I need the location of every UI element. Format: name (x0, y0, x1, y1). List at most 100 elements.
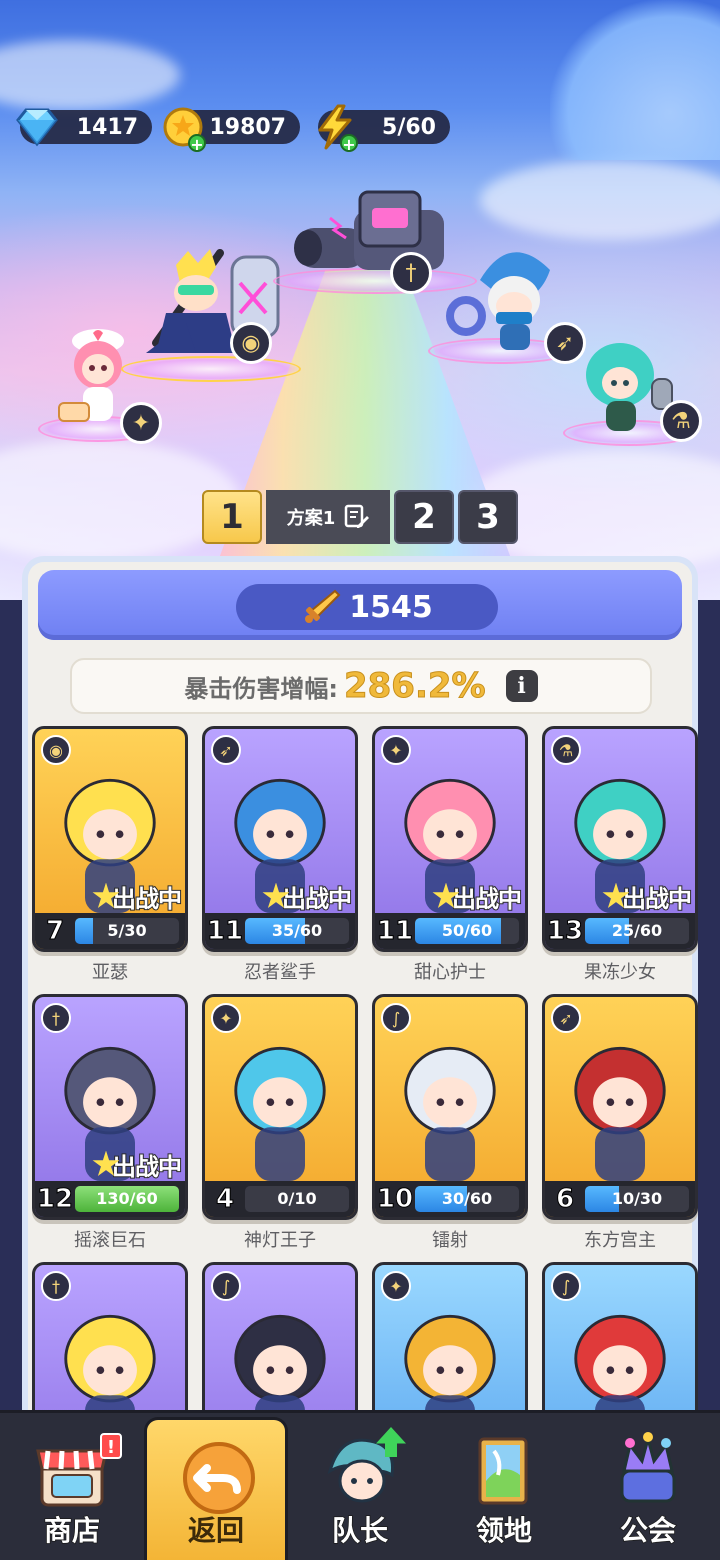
bottom-navigation: ! 商店 返回 队长 领地 公会 (0, 1410, 720, 1560)
gem-amount: 1417 (76, 114, 138, 140)
hero-level: 6 (555, 1184, 575, 1215)
hero-level: 13 (546, 916, 584, 947)
hero-level: 11 (206, 916, 244, 947)
wizard-hat-decoration (550, 0, 720, 160)
hero-card-frame[interactable]: ⚗ 出战中 13 25/60 (542, 726, 698, 952)
hero-xp-text: 30/60 (441, 1189, 493, 1208)
in-battle-badge: 出战中 (602, 879, 693, 914)
battle-formation-scene: 1417 + 19807 + 5/60 ✦ ◉ † ➶ ⚗ 1 方案1 2 3 (0, 0, 720, 600)
hero-name: 神灯王子 (244, 1230, 316, 1251)
potion-icon: ⚗ (551, 735, 581, 765)
hero-name: 甜心护士 (414, 962, 486, 983)
add-coins-icon[interactable]: + (188, 134, 206, 153)
hero-card[interactable]: ∫ 10 30/60 镭射 (372, 994, 528, 1252)
hero-card-frame[interactable]: ✦ 4 0/10 (202, 994, 358, 1220)
hero-xp-bar: 35/60 (245, 918, 349, 944)
hero-xp-bar: 130/60 (75, 1186, 179, 1212)
formation-plan-selector: 1 方案1 2 3 (202, 490, 518, 544)
hero-level-bar: 12 130/60 (35, 1181, 185, 1217)
in-battle-badge: 出战中 (92, 1147, 183, 1182)
hero-level-bar: 11 50/60 (375, 913, 525, 949)
plan-name-edit[interactable]: 方案1 (266, 490, 390, 544)
in-battle-label: 出战中 (281, 884, 353, 914)
hero-card-frame[interactable]: † 出战中 12 130/60 (32, 994, 188, 1220)
hero-card[interactable]: ⚗ 出战中 13 25/60 果冻少女 (542, 726, 698, 984)
hero-card-frame[interactable]: ➶ 出战中 11 35/60 (202, 726, 358, 952)
tank-icon: ◉ (230, 322, 272, 364)
nav-captain[interactable]: 队长 (288, 1413, 432, 1560)
territory-map-icon (478, 1437, 528, 1505)
hero-card-frame[interactable]: ◉ 出战中 7 5/30 (32, 726, 188, 952)
hero-card[interactable]: † 出战中 12 130/60 摇滚巨石 (32, 994, 188, 1252)
hero-card[interactable]: ✦ 出战中 11 50/60 甜心护士 (372, 726, 528, 984)
wings-icon: ✦ (120, 402, 162, 444)
team-power-value: 1545 (349, 589, 433, 625)
hero-card-frame[interactable]: ✦ 出战中 11 50/60 (372, 726, 528, 952)
staff-icon: ∫ (551, 1271, 581, 1301)
energy-counter[interactable]: + 5/60 (318, 104, 450, 153)
nav-shop[interactable]: ! 商店 (0, 1413, 144, 1560)
info-icon[interactable]: i (505, 670, 538, 702)
cloud (480, 160, 720, 240)
sword-icon: † (41, 1271, 71, 1301)
hero-level: 12 (36, 1184, 74, 1215)
in-battle-label: 出战中 (451, 884, 523, 914)
coin-amount: 19807 (209, 114, 286, 140)
hero-name: 摇滚巨石 (74, 1230, 146, 1251)
wings-icon: ✦ (381, 735, 411, 765)
in-battle-badge: 出战中 (432, 879, 523, 914)
nav-territory-label: 领地 (475, 1513, 533, 1548)
nav-back[interactable]: 返回 (144, 1417, 288, 1560)
hero-card-frame[interactable]: ➶ 6 10/30 (542, 994, 698, 1220)
in-battle-label: 出战中 (621, 884, 693, 914)
hero-xp-bar: 50/60 (415, 918, 519, 944)
hero-level: 4 (215, 1184, 235, 1215)
crit-damage-value: 286.2% (343, 666, 486, 707)
hero-level-bar: 6 10/30 (545, 1181, 695, 1217)
plan-tab-1[interactable]: 1 (202, 490, 262, 544)
hero-card[interactable]: ➶ 6 10/30 东方宫主 (542, 994, 698, 1252)
hero-xp-bar: 10/30 (585, 1186, 689, 1212)
crit-damage-label: 暴击伤害增幅: (184, 674, 338, 703)
staff-icon: ∫ (211, 1271, 241, 1301)
stage-hero-rock-boulder[interactable] (273, 186, 477, 294)
hero-card[interactable]: ◉ 出战中 7 5/30 亚瑟 (32, 726, 188, 984)
crit-damage-bonus: 暴击伤害增幅: 286.2% i (70, 658, 652, 714)
hero-name: 东方宫主 (584, 1230, 656, 1251)
tank-icon: ◉ (41, 735, 71, 765)
hero-xp-text: 0/10 (277, 1189, 317, 1208)
team-power-banner: 1545 (38, 570, 682, 640)
in-battle-label: 出战中 (111, 1152, 183, 1182)
gem-counter[interactable]: 1417 (16, 108, 152, 147)
add-energy-icon[interactable]: + (340, 134, 358, 153)
nav-guild-label: 公会 (619, 1513, 677, 1548)
hero-card[interactable]: ✦ 4 0/10 神灯王子 (202, 994, 358, 1252)
plan-tab-3[interactable]: 3 (458, 490, 518, 544)
shop-notification-badge: ! (100, 1433, 122, 1459)
nav-territory[interactable]: 领地 (432, 1413, 576, 1560)
nav-guild[interactable]: 公会 (576, 1413, 720, 1560)
hero-card-frame[interactable]: ∫ 10 30/60 (372, 994, 528, 1220)
hero-xp-text: 50/60 (441, 921, 493, 940)
stage-hero-ninja-shark[interactable] (428, 236, 572, 364)
ninja-shark-sprite (446, 252, 550, 350)
hero-name: 果冻少女 (584, 962, 656, 983)
hero-level: 11 (376, 916, 414, 947)
cloud (0, 40, 180, 110)
hero-level-bar: 10 30/60 (375, 1181, 525, 1217)
hero-xp-bar: 0/10 (245, 1186, 349, 1212)
hero-xp-text: 25/60 (611, 921, 663, 940)
rock-boulder-sprite (294, 190, 444, 270)
hero-roster-panel: 1545 暴击伤害增幅: 286.2% i ◉ 出战中 7 5/30 亚瑟 ➶ 出战中 11 3… (22, 556, 698, 1488)
potion-icon: ⚗ (660, 400, 702, 442)
hero-level: 7 (45, 916, 65, 947)
hero-card[interactable]: ➶ 出战中 11 35/60 忍者鲨手 (202, 726, 358, 984)
hero-name: 镭射 (432, 1230, 468, 1251)
coin-counter[interactable]: + 19807 (163, 107, 300, 153)
hero-xp-bar: 30/60 (415, 1186, 519, 1212)
hero-xp-bar: 5/30 (75, 918, 179, 944)
edit-icon (345, 504, 370, 528)
in-battle-label: 出战中 (111, 884, 183, 914)
staff-icon: ∫ (381, 1003, 411, 1033)
plan-tab-2[interactable]: 2 (394, 490, 454, 544)
